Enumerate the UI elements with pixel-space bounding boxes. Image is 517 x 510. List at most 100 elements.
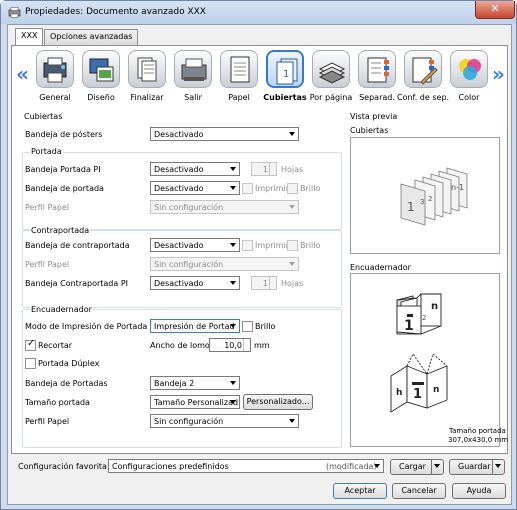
front-gloss-checkbox[interactable] xyxy=(287,183,298,194)
binder-page-label: 1 xyxy=(404,318,414,334)
back-tray-label: Bandeja de contraportada xyxy=(25,241,130,250)
tab-advanced-options[interactable]: Opciones avanzadas xyxy=(44,29,139,45)
spine-width-value: 10,0 xyxy=(224,341,242,350)
covers-heading: Cubiertas xyxy=(24,112,63,121)
output-icon xyxy=(174,50,212,88)
ribbon-layout[interactable]: Diseño xyxy=(77,50,123,106)
favorites-select[interactable]: Configuraciones predefinidos (modificada… xyxy=(108,459,384,473)
chevron-down-icon xyxy=(230,381,236,385)
ribbon-finishing[interactable]: Finalizar xyxy=(123,50,169,106)
cover-size-value: Tamaño Personalizad xyxy=(154,398,239,407)
back-pi-tray-label: Bandeja Contraportada PI xyxy=(25,279,129,288)
binder-profile-label: Perfil Papel xyxy=(25,417,70,426)
cancel-button[interactable]: Cancelar xyxy=(392,483,446,499)
back-pi-sheets-unit: Hojas xyxy=(281,279,304,288)
ribbon-separator-settings[interactable]: Conf. de sep. xyxy=(397,50,449,106)
front-tray-label: Bandeja de portada xyxy=(25,184,104,193)
preview-page-label: 3 xyxy=(420,198,424,206)
covers-preview: n-1 3 2 1 xyxy=(350,137,500,254)
front-pi-tray-select[interactable]: Desactivado xyxy=(150,162,240,176)
duplex-cover-checkbox[interactable] xyxy=(25,358,36,369)
back-pi-sheets-spinner[interactable]: 1 xyxy=(251,276,277,290)
dialog-client: XXX Opciones avanzadas « » General Diseñ… xyxy=(7,24,512,505)
preview-binder-label: Encuadernador xyxy=(350,263,411,272)
load-button[interactable]: Cargar xyxy=(390,459,444,475)
ribbon-paper[interactable]: Papel xyxy=(215,50,261,106)
binder-profile-select[interactable]: Sin configuración xyxy=(150,414,299,428)
covers-stack-illustration: n-1 3 2 1 xyxy=(400,167,468,226)
help-button[interactable]: Ayuda xyxy=(452,483,506,499)
spine-width-label: Ancho de lomo xyxy=(150,341,210,350)
favorites-modified: (modificada) xyxy=(326,462,377,471)
dialog-buttons: Aceptar Cancelar Ayuda xyxy=(8,481,513,501)
back-pi-tray-select[interactable]: Desactivado xyxy=(150,276,240,290)
scroll-left-icon[interactable]: « xyxy=(16,62,29,86)
close-button[interactable]: ✕ xyxy=(475,1,515,19)
load-dropdown-icon[interactable] xyxy=(431,460,443,474)
general-icon xyxy=(36,50,74,88)
front-profile-value: Sin configuración xyxy=(154,203,224,212)
binder-print-mode-select[interactable]: Impresión de Portad xyxy=(150,319,240,333)
binder-illustration: 1 2 n h 1 n xyxy=(390,293,448,413)
back-tray-select[interactable]: Desactivado xyxy=(150,238,240,252)
ribbon-separator[interactable]: Separad. xyxy=(353,50,399,106)
load-button-label: Cargar xyxy=(399,462,426,471)
binder-page-label: 1 xyxy=(413,387,422,402)
ribbon-output[interactable]: Salir xyxy=(169,50,215,106)
cover-size-label: Tamaño portada xyxy=(25,398,90,407)
ribbon-per-page[interactable]: Por página xyxy=(307,50,353,106)
front-tray-select[interactable]: Desactivado xyxy=(150,181,240,195)
front-pi-sheets-unit: Hojas xyxy=(281,165,304,174)
back-pi-sheets-value: 1 xyxy=(262,279,268,288)
trim-checkbox[interactable] xyxy=(25,338,36,351)
cover-size-select[interactable]: Tamaño Personalizad xyxy=(150,395,240,409)
binder-tray-select[interactable]: Bandeja 2 xyxy=(150,376,240,390)
tab-xxx[interactable]: XXX xyxy=(15,28,44,46)
chevron-down-icon xyxy=(230,167,236,171)
scroll-right-icon[interactable]: » xyxy=(492,62,505,86)
back-print-checkbox[interactable] xyxy=(242,240,253,251)
ribbon-covers[interactable]: 1 Cubiertas xyxy=(261,50,307,106)
front-profile-select[interactable]: Sin configuración xyxy=(150,200,299,214)
spine-width-spinner[interactable]: 10,0 xyxy=(209,338,251,352)
ribbon-general[interactable]: General xyxy=(31,50,77,106)
chevron-down-icon xyxy=(230,186,236,190)
separator-icon xyxy=(358,50,396,88)
printer-icon xyxy=(8,7,21,18)
ok-button[interactable]: Aceptar xyxy=(333,483,387,499)
spine-width-unit: mm xyxy=(254,341,270,350)
chevron-down-icon xyxy=(289,132,295,136)
back-profile-label: Perfil Papel xyxy=(25,260,70,269)
ribbon-color[interactable]: Color xyxy=(445,50,491,106)
title-bar: Propiedades: Documento avanzado XXX ✕ xyxy=(1,1,516,24)
properties-window: Propiedades: Documento avanzado XXX ✕ XX… xyxy=(0,0,517,510)
spin-down-icon[interactable] xyxy=(269,169,276,175)
binder-page-label: h xyxy=(396,388,402,398)
cover-size-dimensions: 307,0x430,0 mm xyxy=(448,436,509,444)
front-profile-label: Perfil Papel xyxy=(25,203,70,212)
spin-down-icon[interactable] xyxy=(269,283,276,289)
poster-tray-select[interactable]: Desactivado xyxy=(150,127,299,141)
save-dropdown-icon[interactable] xyxy=(492,460,504,474)
chevron-down-icon xyxy=(289,205,295,209)
back-gloss-checkbox[interactable] xyxy=(287,240,298,251)
custom-size-button[interactable]: Personalizado... xyxy=(243,394,313,410)
binder-gloss-checkbox[interactable] xyxy=(242,321,253,332)
preview-page-label: n-1 xyxy=(451,183,464,192)
preview-page-label: 2 xyxy=(428,195,432,203)
chevron-down-icon xyxy=(230,400,236,404)
favorites-value: Configuraciones predefinidos xyxy=(112,462,229,471)
chevron-down-icon xyxy=(230,243,236,247)
poster-tray-value: Desactivado xyxy=(154,130,204,139)
spin-down-icon[interactable] xyxy=(243,345,250,351)
front-gloss-label: Brillo xyxy=(300,184,321,193)
save-button[interactable]: Guardar xyxy=(449,459,505,475)
window-title: Propiedades: Documento avanzado XXX xyxy=(25,7,206,17)
binder-profile-value: Sin configuración xyxy=(154,417,224,426)
front-pi-sheets-value: 1 xyxy=(262,165,268,174)
per-page-icon xyxy=(312,50,350,88)
back-profile-select[interactable]: Sin configuración xyxy=(150,257,299,271)
finishing-icon xyxy=(128,50,166,88)
front-pi-sheets-spinner[interactable]: 1 xyxy=(251,162,277,176)
front-print-checkbox[interactable] xyxy=(242,183,253,194)
